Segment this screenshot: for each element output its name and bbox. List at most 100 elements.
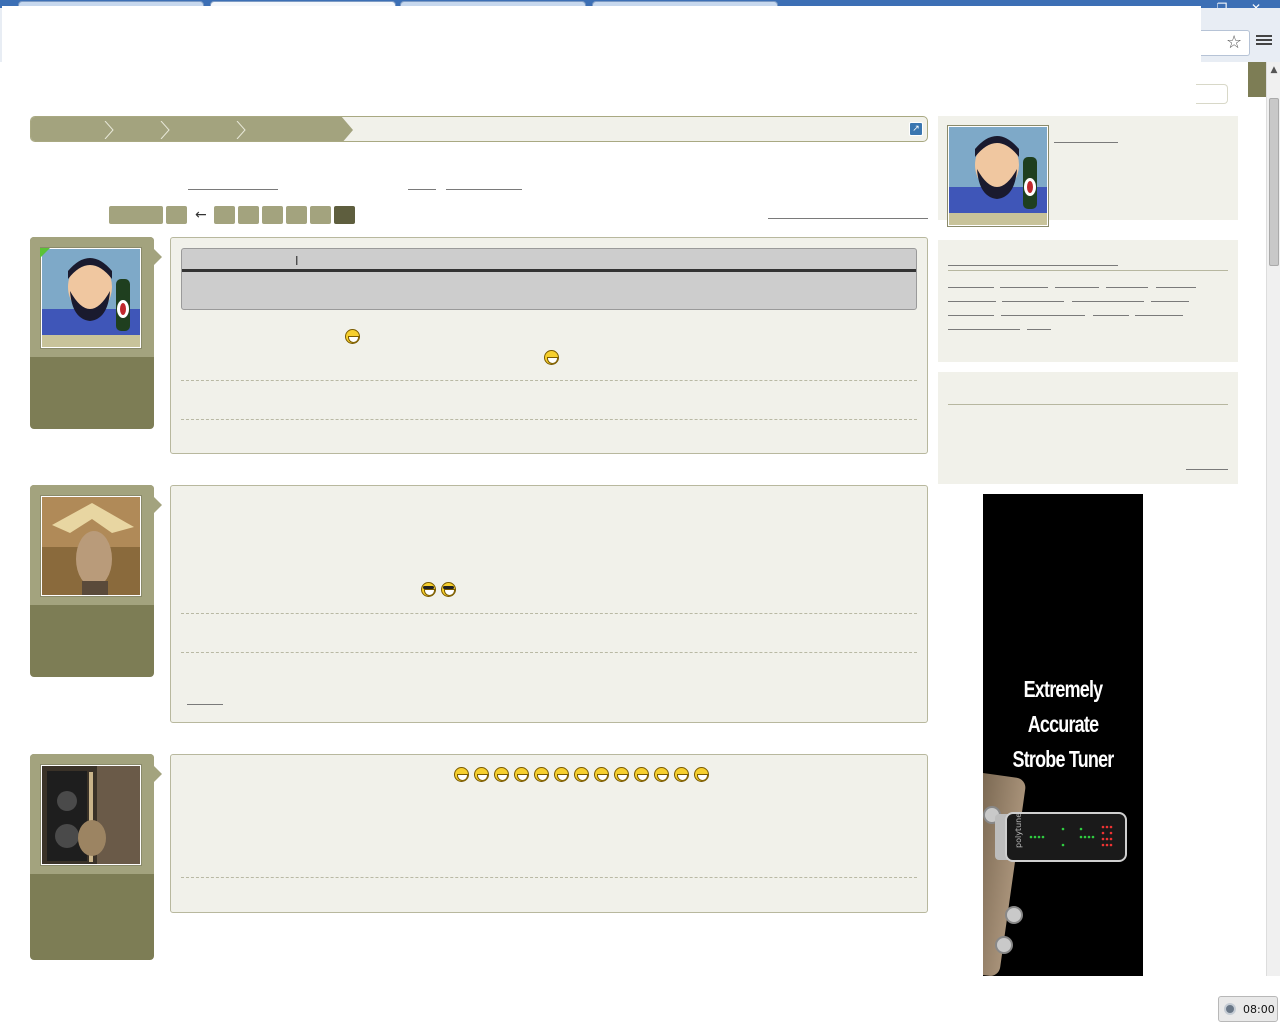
expand-icon[interactable]: ↗	[909, 122, 923, 136]
post-divider	[181, 419, 917, 420]
post-author-panel	[30, 237, 154, 429]
breadcrumb-separator-icon	[160, 121, 170, 139]
tag-link[interactable]	[948, 315, 994, 316]
post-divider	[181, 877, 917, 878]
post-link[interactable]	[187, 704, 223, 705]
tuning-peg-icon	[1005, 906, 1023, 924]
post-pointer	[154, 249, 162, 265]
post-body: I	[170, 237, 928, 454]
tags-panel	[938, 240, 1238, 362]
thread-link[interactable]	[446, 189, 522, 190]
avatar[interactable]	[41, 496, 141, 596]
tag-link[interactable]	[1001, 315, 1085, 316]
grin-icon	[345, 329, 360, 344]
breadcrumb-separator-icon	[104, 121, 114, 139]
tuner-display-icon: polytune	[1014, 813, 1113, 848]
grin-icon	[574, 767, 589, 782]
grin-icon	[534, 767, 549, 782]
page-number-button[interactable]	[286, 206, 307, 224]
post-body	[170, 485, 928, 723]
page-number-button[interactable]	[310, 206, 331, 224]
browser-menu-icon[interactable]	[1256, 33, 1272, 47]
post-pointer	[154, 766, 162, 782]
grin-icon	[474, 767, 489, 782]
tag-link[interactable]	[1027, 329, 1051, 330]
avatar[interactable]	[41, 248, 141, 348]
quote-header: I	[182, 249, 916, 272]
previous-page-arrow-icon[interactable]: ←	[195, 206, 207, 224]
site-search-input[interactable]	[1196, 84, 1228, 104]
cool-icon	[441, 582, 456, 597]
grin-icon	[454, 767, 469, 782]
tag-link[interactable]	[1156, 287, 1196, 288]
grin-icon	[594, 767, 609, 782]
tag-link[interactable]	[1055, 287, 1099, 288]
ad-headline: Extremely Accurate Strobe Tuner	[1012, 676, 1115, 772]
post-pointer	[154, 497, 162, 513]
tag-link[interactable]	[1002, 301, 1064, 302]
tag-link[interactable]	[1072, 301, 1144, 302]
page-scrollbar[interactable]: ▲	[1266, 62, 1280, 976]
grin-icon	[694, 767, 709, 782]
breadcrumb-fill	[31, 117, 341, 141]
site-header-accent	[1248, 62, 1266, 97]
post-divider	[181, 652, 917, 653]
scroll-up-arrow-icon[interactable]: ▲	[1267, 62, 1280, 78]
scroll-thumb[interactable]	[1269, 98, 1279, 266]
bookmark-star-icon[interactable]: ☆	[1226, 32, 1242, 53]
pagination-button[interactable]	[166, 206, 187, 224]
post-author-panel	[30, 485, 154, 677]
panel-rule	[948, 404, 1228, 405]
text-cursor-icon: I	[295, 254, 299, 268]
grin-icon	[614, 767, 629, 782]
tag-link[interactable]	[1000, 287, 1048, 288]
grin-icon	[494, 767, 509, 782]
tuning-peg-icon	[995, 936, 1013, 954]
tray-app-icon[interactable]	[1224, 1003, 1236, 1015]
grin-icon	[654, 767, 669, 782]
breadcrumb-separator-icon	[236, 121, 246, 139]
tag-link[interactable]	[1093, 315, 1129, 316]
tag-link[interactable]	[948, 301, 996, 302]
post-divider	[181, 380, 917, 381]
tag-link[interactable]	[1106, 287, 1148, 288]
page-number-button[interactable]	[214, 206, 235, 224]
tag-link[interactable]	[1151, 301, 1189, 302]
tag-link[interactable]	[948, 287, 994, 288]
grin-icon	[514, 767, 529, 782]
current-page-button[interactable]	[334, 206, 355, 224]
thread-tools-link[interactable]	[768, 218, 928, 219]
tag-link[interactable]	[1135, 315, 1183, 316]
breadcrumb: ↗	[30, 116, 928, 142]
quote-block: I	[181, 248, 917, 310]
grin-icon	[634, 767, 649, 782]
thread-link[interactable]	[188, 189, 278, 190]
page-number-button[interactable]	[238, 206, 259, 224]
panel-heading-link[interactable]	[948, 265, 1118, 266]
tuner-brand-label: polytune	[1014, 814, 1023, 848]
pagination-button[interactable]	[109, 206, 163, 224]
thread-link[interactable]	[408, 189, 436, 190]
post-body	[170, 754, 928, 913]
cool-icon	[421, 582, 436, 597]
info-panel	[938, 372, 1238, 484]
more-link[interactable]	[1186, 469, 1228, 470]
avatar[interactable]	[41, 765, 141, 865]
panel-rule	[948, 270, 1228, 271]
username-link[interactable]	[1054, 142, 1118, 143]
tag-link[interactable]	[948, 329, 1020, 330]
post-author-panel	[30, 754, 154, 960]
page-number-button[interactable]	[262, 206, 283, 224]
user-avatar[interactable]	[948, 126, 1048, 226]
breadcrumb-tip	[341, 117, 353, 141]
grin-icon	[544, 350, 559, 365]
blank-overlay	[2, 6, 1201, 96]
post-divider	[181, 613, 917, 614]
tuner-device: polytune	[1005, 812, 1127, 862]
advertisement[interactable]: Extremely Accurate Strobe Tuner polytune	[983, 494, 1143, 976]
grin-icon	[674, 767, 689, 782]
clock[interactable]: 08:00	[1243, 1003, 1275, 1016]
system-tray: 08:00	[1218, 996, 1278, 1022]
user-panel	[938, 116, 1238, 226]
grin-icon	[554, 767, 569, 782]
